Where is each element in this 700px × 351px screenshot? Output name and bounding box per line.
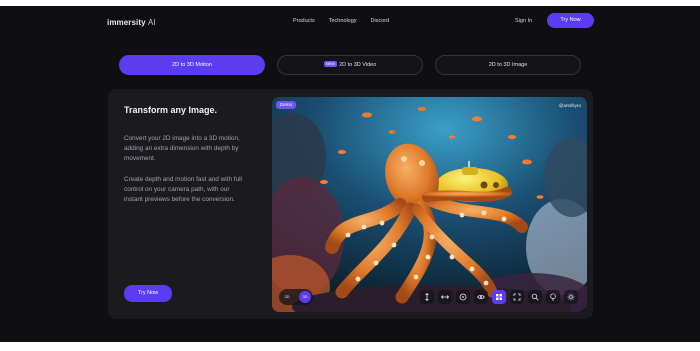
orbit-icon [459,293,467,301]
tab-2d-to-3d-video[interactable]: NEW 2D to 3D Video [277,55,423,75]
eye-button[interactable] [474,290,488,304]
logo[interactable]: immersity AI [107,18,156,27]
zoom-icon [531,293,539,301]
demo-badge: Demo [276,101,297,109]
preview-image[interactable]: Demo @artofkyro 2D 3D [272,97,587,312]
expand-button[interactable] [510,290,524,304]
nav-link-discord[interactable]: Discord [371,17,390,26]
main-nav: Products Technology Discord [293,17,389,26]
eye-icon [477,294,485,300]
expand-icon [513,293,521,301]
horizontal-move-button[interactable] [438,290,452,304]
app-frame: immersity AI Products Technology Discord… [0,6,700,342]
image-credit: @artofkyro [558,103,581,108]
orbit-button[interactable] [456,290,470,304]
horizontal-move-icon [441,295,449,299]
nav-link-technology[interactable]: Technology [329,17,357,26]
sign-in-link[interactable]: Sign In [515,17,532,26]
bulb-icon [550,293,556,301]
octopus-scene-illustration [272,97,587,312]
camera-toolbar [420,290,578,304]
new-badge: NEW [323,61,338,67]
vertical-move-icon [425,293,429,301]
zoom-button[interactable] [528,290,542,304]
vertical-move-button[interactable] [420,290,434,304]
panel-heading: Transform any Image. [124,105,218,115]
nav-link-products[interactable]: Products [293,17,315,26]
2d-3d-toggle: 2D 3D [279,289,313,305]
settings-button[interactable] [564,290,578,304]
logo-text: immersity [107,18,146,27]
tab-label: 2D to 3D Motion [172,62,212,68]
header-try-now-button[interactable]: Try Now [547,13,594,28]
panel-try-now-button[interactable]: Try Now [124,285,172,302]
tab-label: 2D to 3D Image [488,62,528,68]
tab-label: 2D to 3D Video [339,62,377,68]
feature-panel: Transform any Image. Convert your 2D ima… [108,89,593,319]
tab-2d-to-3d-image[interactable]: 2D to 3D Image [435,55,581,75]
mode-2d-button[interactable]: 2D [281,291,293,303]
panel-description: Convert your 2D image into a 3D motion, … [124,135,240,162]
grid-button[interactable] [492,290,506,304]
logo-ai-text: AI [148,18,156,27]
grid-icon [496,294,502,300]
settings-icon [567,293,575,301]
bulb-button[interactable] [546,290,560,304]
mode-3d-button[interactable]: 3D [299,291,311,303]
panel-description-secondary: Create depth and motion fast and with fu… [124,176,242,203]
tab-2d-to-3d-motion[interactable]: 2D to 3D Motion [119,55,265,75]
